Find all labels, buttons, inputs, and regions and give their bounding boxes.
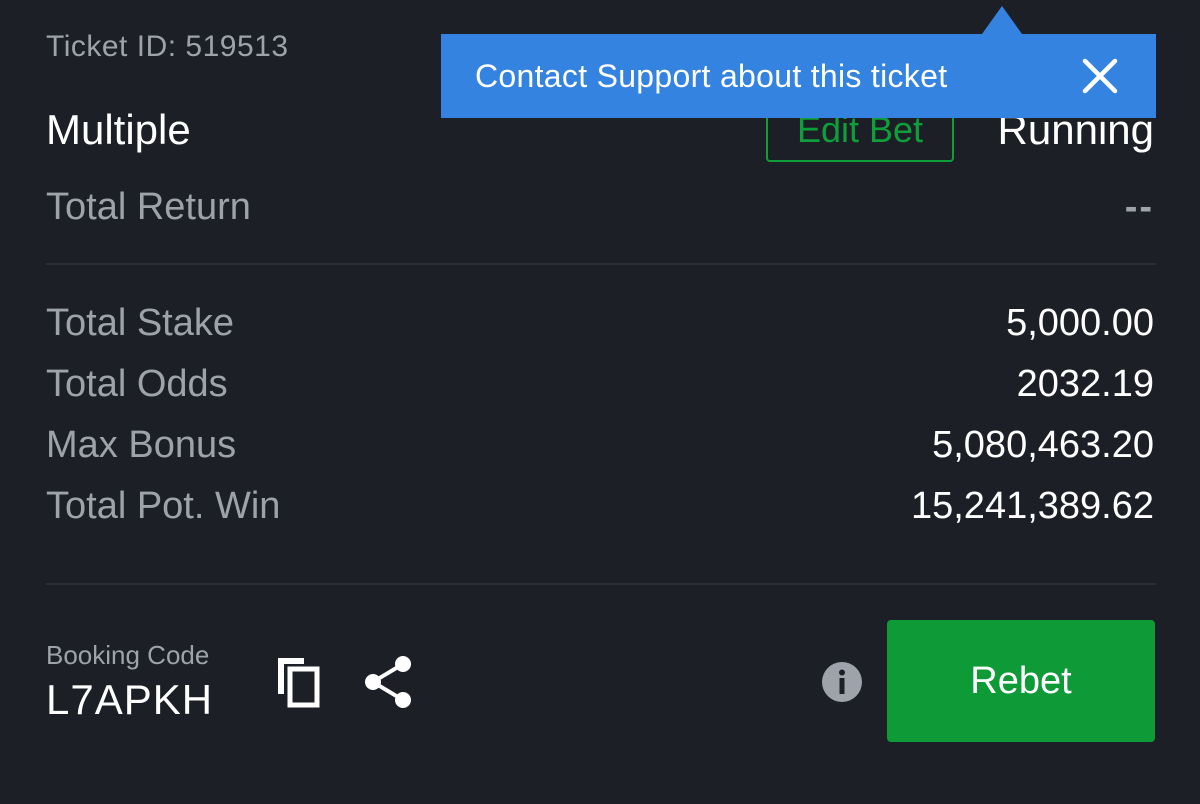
rebet-button[interactable]: Rebet <box>887 620 1155 742</box>
share-icon <box>365 656 411 708</box>
tooltip-text: Contact Support about this ticket <box>475 57 948 94</box>
contact-support-tooltip[interactable]: Contact Support about this ticket <box>441 34 1156 118</box>
total-pot-win-value: 15,241,389.62 <box>910 485 1154 527</box>
total-stake-value: 5,000.00 <box>1006 302 1154 344</box>
tooltip-arrow <box>982 6 1022 34</box>
bet-type: Multiple <box>46 106 191 153</box>
divider <box>46 263 1156 265</box>
booking-code-label: Booking Code <box>46 640 210 670</box>
total-return-label: Total Return <box>46 186 251 228</box>
divider <box>46 583 1156 585</box>
share-button[interactable] <box>360 654 416 710</box>
total-return-value: -- <box>1124 186 1154 228</box>
close-button[interactable] <box>1076 52 1124 100</box>
max-bonus-value: 5,080,463.20 <box>932 424 1154 466</box>
ticket-id: Ticket ID: 519513 <box>46 30 289 63</box>
total-odds-value: 2032.19 <box>1016 363 1154 405</box>
copy-icon <box>278 658 320 708</box>
copy-button[interactable] <box>270 654 326 710</box>
info-icon[interactable] <box>822 662 862 702</box>
booking-code: L7APKH <box>46 676 214 723</box>
close-icon <box>1082 58 1118 94</box>
total-stake-label: Total Stake <box>46 302 234 344</box>
total-pot-win-label: Total Pot. Win <box>46 485 281 527</box>
max-bonus-label: Max Bonus <box>46 424 237 466</box>
total-odds-label: Total Odds <box>46 363 228 405</box>
